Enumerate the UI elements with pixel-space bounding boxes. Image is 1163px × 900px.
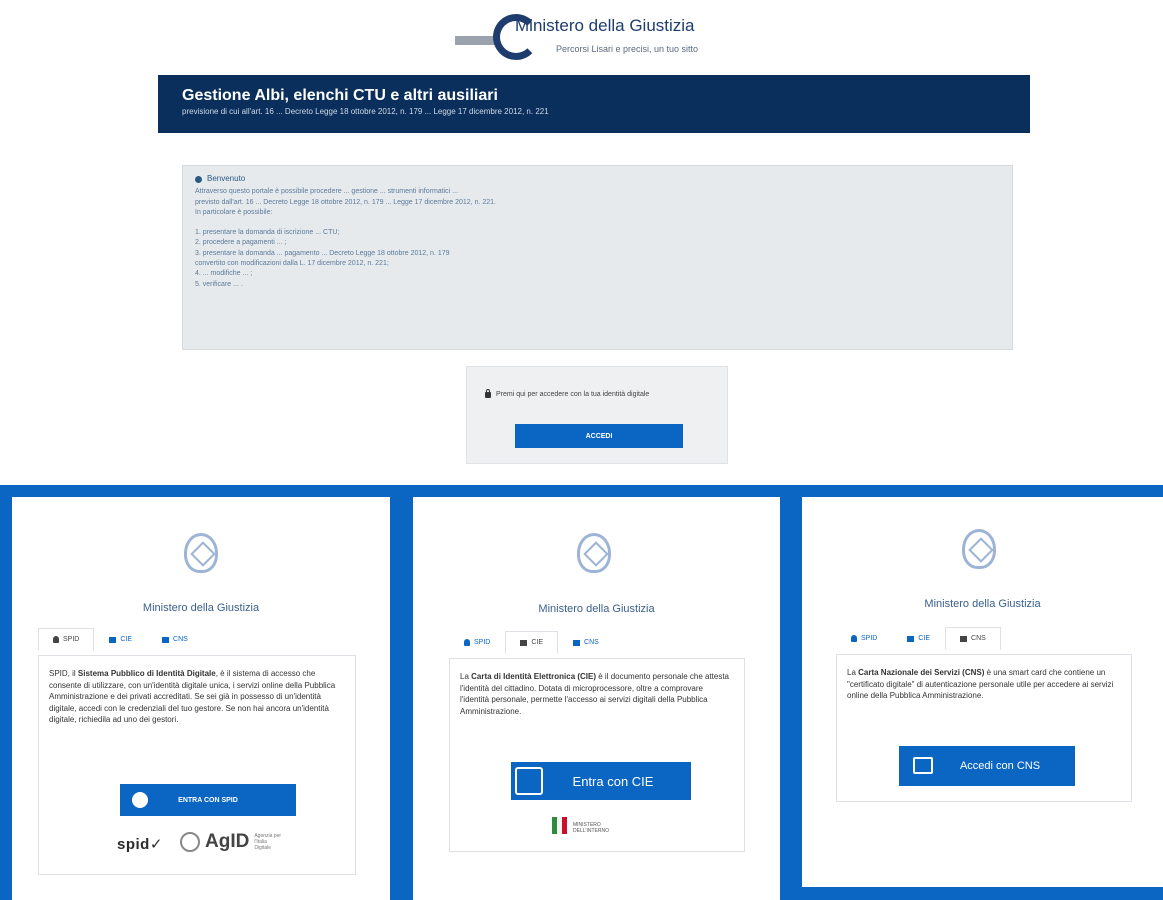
tab-label: CNS <box>173 636 188 643</box>
page-banner: Gestione Albi, elenchi CTU e altri ausil… <box>158 75 1030 133</box>
card-icon <box>109 636 117 643</box>
agid-text: AgID <box>205 831 250 852</box>
auth-tabs: SPID CIE CNS <box>449 631 614 654</box>
login-prompt: Premi qui per accedere con la tua identi… <box>485 388 650 398</box>
spid-logo: spid✓ <box>117 836 163 853</box>
cie-card-icon <box>515 767 543 795</box>
spid-panel-content: Ministero della Giustizia SPID CIE CNS S… <box>12 497 390 900</box>
card-icon <box>162 636 170 643</box>
cie-button-label: Entra con CIE <box>572 773 654 789</box>
panel-ministry-title: Ministero della Giustizia <box>538 603 655 615</box>
info-paragraph-line: In particolare è possibile: <box>195 208 273 216</box>
logo-title: Ministero della Giustizia <box>515 16 695 35</box>
tab-label: SPID <box>474 639 491 646</box>
description-text: SPID, il <box>49 669 78 678</box>
cie-panel: Ministero della Giustizia SPID CIE CNS L… <box>402 485 792 900</box>
person-icon <box>851 635 857 642</box>
card-icon <box>520 639 528 646</box>
tab-cie[interactable]: CIE <box>94 628 147 651</box>
description-text: La <box>460 672 472 681</box>
republic-emblem-icon <box>184 533 218 573</box>
panel-ministry-title: Ministero della Giustizia <box>924 598 1041 610</box>
lock-icon <box>485 388 491 398</box>
info-paragraph-line: previsto dall'art. 16 ... Decreto Legge … <box>195 198 496 206</box>
italian-flag-icon <box>552 817 567 834</box>
login-button[interactable]: ACCEDI <box>515 424 683 448</box>
info-list-item: 5. verificare ... . <box>195 280 243 288</box>
panel-ministry-title: Ministero della Giustizia <box>142 602 260 614</box>
tab-cns[interactable]: CNS <box>945 627 1001 650</box>
tab-label: CIE <box>918 635 931 642</box>
person-icon <box>464 639 470 646</box>
description-bold: Carta di Identità Elettronica (CIE) <box>471 672 597 681</box>
info-list-item: 4. ... modifiche ... ; <box>195 270 253 278</box>
user-icon <box>132 792 148 808</box>
republic-emblem-icon <box>962 529 996 569</box>
cns-description: La Carta Nazionale dei Servizi (CNS) è u… <box>847 667 1121 702</box>
tab-spid[interactable]: SPID <box>449 631 505 654</box>
info-box: Benvenuto Attraverso questo portale è po… <box>182 165 1013 350</box>
tab-label: CNS <box>971 635 986 642</box>
info-heading: Benvenuto <box>195 174 1000 184</box>
cns-panel-content: Ministero della Giustizia SPID CIE CNS L… <box>802 497 1163 887</box>
auth-tabs: SPID CIE CNS <box>38 628 203 651</box>
description-bold: Sistema Pubblico di Identità Digitale <box>77 669 216 678</box>
tab-label: CNS <box>584 639 599 646</box>
info-list-item: 2. procedere a pagamenti ... ; <box>195 239 287 247</box>
agid-emblem-icon <box>180 832 200 852</box>
login-box: Premi qui per accedere con la tua identi… <box>466 366 728 464</box>
cie-login-button[interactable]: Entra con CIE <box>511 762 691 800</box>
description-text: La <box>847 668 859 677</box>
agid-caption: Agenzia per l'Italia Digitale <box>254 833 282 851</box>
tab-cns[interactable]: CNS <box>558 631 614 654</box>
tab-label: CIE <box>120 636 133 643</box>
tab-spid[interactable]: SPID <box>38 628 95 651</box>
page-title: Gestione Albi, elenchi CTU e altri ausil… <box>182 87 498 104</box>
cie-panel-content: Ministero della Giustizia SPID CIE CNS L… <box>413 497 780 900</box>
interior-ministry-caption: MINISTERO DELL'INTERNO <box>573 822 609 834</box>
tab-label: SPID <box>63 636 80 643</box>
page-subtitle: previsione di cui all'art. 16 ... Decret… <box>182 107 549 116</box>
cns-panel: Ministero della Giustizia SPID CIE CNS L… <box>792 485 1163 900</box>
spid-description: SPID, il Sistema Pubblico di Identità Di… <box>49 668 345 726</box>
logo-subtitle: Percorsi Lisari e precisi, un tuo sitto <box>556 44 699 54</box>
info-paragraph-line: Attraverso questo portale è possibile pr… <box>195 188 459 196</box>
cie-description: La Carta di Identità Elettronica (CIE) è… <box>460 671 734 717</box>
cns-login-button[interactable]: Accedi con CNS <box>899 746 1075 786</box>
description-bold: Carta Nazionale dei Servizi (CNS) <box>858 668 985 677</box>
tab-label: CIE <box>531 639 544 646</box>
card-icon <box>960 635 968 642</box>
info-heading-text: Benvenuto <box>207 174 246 183</box>
login-prompt-text: Premi qui per accedere con la tua identi… <box>496 391 650 398</box>
tab-cie[interactable]: CIE <box>505 631 559 654</box>
smart-card-icon <box>913 757 933 774</box>
info-list-item: 1. presentare la domanda di iscrizione .… <box>195 229 340 237</box>
tab-label: SPID <box>861 635 878 642</box>
card-icon <box>907 635 915 642</box>
republic-emblem-icon <box>577 533 611 573</box>
person-icon <box>53 636 59 643</box>
tab-cie[interactable]: CIE <box>892 627 945 650</box>
info-icon <box>195 175 202 183</box>
spid-panel: Ministero della Giustizia SPID CIE CNS S… <box>0 485 402 900</box>
info-list: 1. presentare la domanda di iscrizione .… <box>195 228 1000 290</box>
cns-button-label: Accedi con CNS <box>959 760 1041 772</box>
auth-tabs: SPID CIE CNS <box>836 627 1001 650</box>
agid-logo: AgID Agenzia per l'Italia Digitale <box>180 831 284 853</box>
info-list-item: convertito con modificazioni dalla L. 17… <box>195 260 389 268</box>
spid-button-label: ENTRA CON SPID <box>178 796 238 804</box>
ministry-logo: Ministero della Giustizia Percorsi Lisar… <box>455 8 725 68</box>
card-icon <box>573 639 581 646</box>
tab-cns[interactable]: CNS <box>147 628 203 651</box>
tab-spid[interactable]: SPID <box>836 627 892 650</box>
spid-login-button[interactable]: ENTRA CON SPID <box>120 784 296 816</box>
info-list-item: 3. presentare la domanda ... pagamento .… <box>195 249 450 257</box>
